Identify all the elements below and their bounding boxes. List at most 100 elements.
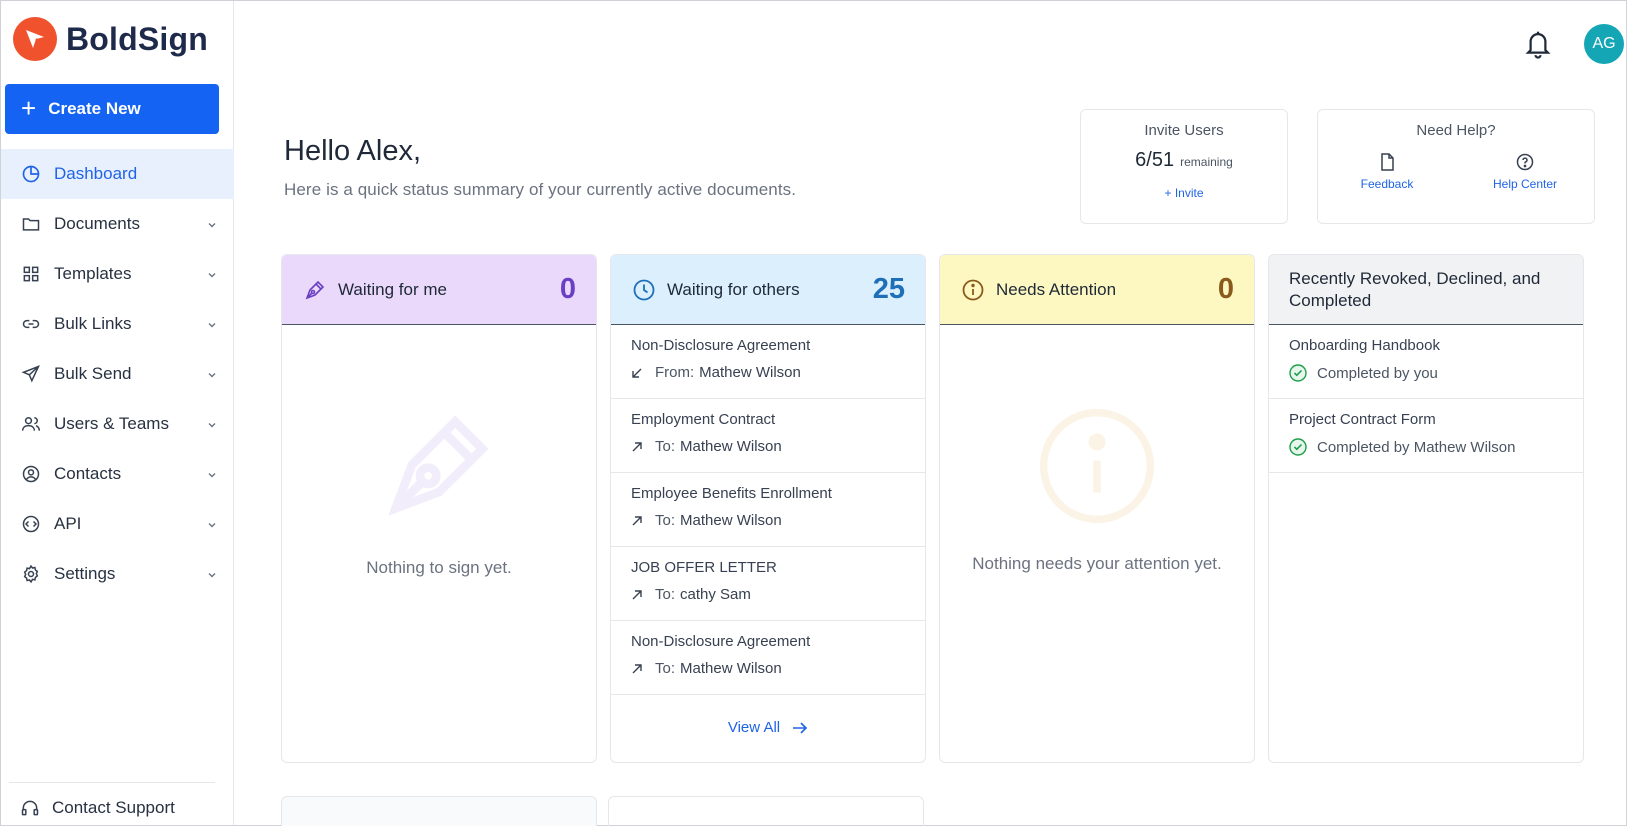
document-person: Mathew Wilson — [680, 438, 782, 455]
sidebar-item-bulk-send[interactable]: Bulk Send — [1, 349, 234, 399]
arrow-up-right-icon — [631, 441, 645, 453]
help-center-link[interactable]: Help Center — [1456, 153, 1594, 191]
view-all-link[interactable]: View All — [611, 719, 925, 736]
document-status: Completed by you — [1317, 364, 1438, 382]
card-title: Needs Attention — [996, 279, 1117, 299]
view-all-label: View All — [727, 719, 781, 736]
sidebar-nav: Dashboard Documents Templates Bulk Links — [1, 149, 234, 599]
question-circle-icon — [1456, 153, 1594, 171]
document-title: JOB OFFER LETTER — [631, 559, 777, 576]
clock-icon — [631, 277, 657, 303]
list-item[interactable]: Non-Disclosure Agreement From: Mathew Wi… — [611, 325, 925, 399]
gear-icon — [20, 563, 42, 585]
bottom-card — [608, 796, 924, 826]
sidebar-item-contacts[interactable]: Contacts — [1, 449, 234, 499]
info-circle-icon — [960, 277, 986, 303]
sidebar-item-label: Bulk Send — [54, 364, 132, 383]
sidebar-item-label: Bulk Links — [54, 314, 132, 333]
chevron-down-icon[interactable] — [206, 316, 218, 336]
document-title: Onboarding Handbook — [1289, 337, 1440, 354]
chevron-down-icon[interactable] — [206, 516, 218, 536]
headset-icon — [20, 798, 40, 818]
document-prefix: To: — [655, 438, 676, 455]
need-help-card: Need Help? Feedback Help Center — [1317, 109, 1595, 224]
chevron-down-icon[interactable] — [206, 566, 218, 586]
sidebar-item-label: Templates — [54, 264, 132, 283]
feedback-link[interactable]: Feedback — [1318, 153, 1456, 191]
sidebar-item-documents[interactable]: Documents — [1, 199, 234, 249]
waiting-for-me-card: Waiting for me 0 Nothing to sign yet. — [281, 254, 597, 763]
list-item[interactable]: JOB OFFER LETTER To: cathy Sam — [611, 547, 925, 621]
invite-link[interactable]: + Invite — [1081, 186, 1287, 200]
document-person: cathy Sam — [680, 586, 751, 603]
list-item[interactable]: Employment Contract To: Mathew Wilson — [611, 399, 925, 473]
arrow-down-left-icon — [631, 367, 645, 379]
arrow-right-icon — [792, 721, 808, 735]
document-title: Non-Disclosure Agreement — [631, 633, 811, 650]
card-count: 0 — [559, 273, 576, 305]
boldsign-logo-icon — [13, 17, 57, 61]
create-new-button[interactable]: + Create New — [5, 84, 219, 134]
notification-bell-icon[interactable] — [1523, 28, 1553, 65]
recent-activity-header[interactable]: Recently Revoked, Declined, and Complete… — [1269, 255, 1583, 325]
pie-chart-icon — [20, 163, 42, 185]
document-person: Mathew Wilson — [680, 660, 782, 677]
grid-icon — [20, 263, 42, 285]
document-title: Employment Contract — [631, 411, 776, 428]
brand-name: BoldSign — [66, 20, 209, 57]
contact-support-link[interactable]: Contact Support — [20, 798, 175, 818]
chevron-down-icon[interactable] — [206, 266, 218, 286]
invite-count: 6/51 remaining — [1081, 149, 1287, 172]
code-icon — [20, 513, 42, 535]
arrow-up-right-icon — [631, 663, 645, 675]
sidebar-item-templates[interactable]: Templates — [1, 249, 234, 299]
pen-nib-icon — [374, 400, 504, 535]
recent-activity-card: Recently Revoked, Declined, and Complete… — [1268, 254, 1584, 763]
sidebar-item-label: Documents — [54, 214, 140, 233]
pen-nib-icon — [302, 277, 328, 303]
link-icon — [20, 313, 42, 335]
chevron-down-icon[interactable] — [206, 416, 218, 436]
sidebar-item-settings[interactable]: Settings — [1, 549, 234, 599]
page-title: Hello Alex, — [284, 135, 422, 167]
users-icon — [20, 413, 42, 435]
sidebar-item-api[interactable]: API — [1, 499, 234, 549]
document-prefix: To: — [655, 586, 676, 603]
invite-remaining-label: remaining — [1180, 155, 1233, 169]
document-status: Completed by Mathew Wilson — [1317, 438, 1516, 456]
waiting-for-me-header[interactable]: Waiting for me 0 — [282, 255, 596, 325]
sidebar-item-users-teams[interactable]: Users & Teams — [1, 399, 234, 449]
feedback-label: Feedback — [1360, 177, 1414, 191]
sidebar-item-label: API — [54, 514, 82, 533]
list-item[interactable]: Employee Benefits Enrollment To: Mathew … — [611, 473, 925, 547]
sidebar: BoldSign + Create New Dashboard Document… — [1, 1, 234, 825]
needs-attention-card: Needs Attention 0 Nothing needs your att… — [939, 254, 1255, 763]
check-circle-icon — [1289, 438, 1307, 456]
list-item[interactable]: Project Contract Form Completed by Mathe… — [1269, 399, 1583, 473]
chevron-down-icon[interactable] — [206, 216, 218, 236]
sidebar-item-label: Dashboard — [54, 164, 138, 183]
empty-state-text: Nothing needs your attention yet. — [972, 554, 1222, 573]
sidebar-divider — [9, 782, 215, 783]
card-title: Waiting for others — [667, 279, 800, 299]
list-item[interactable]: Onboarding Handbook Completed by you — [1269, 325, 1583, 399]
invite-users-card: Invite Users 6/51 remaining + Invite — [1080, 109, 1288, 224]
brand-logo[interactable]: BoldSign — [13, 17, 208, 61]
document-person: Mathew Wilson — [699, 364, 801, 381]
need-help-title: Need Help? — [1416, 122, 1496, 139]
waiting-for-others-header[interactable]: Waiting for others 25 — [611, 255, 925, 325]
bottom-card — [281, 796, 597, 826]
needs-attention-header[interactable]: Needs Attention 0 — [940, 255, 1254, 325]
list-item[interactable]: Non-Disclosure Agreement To: Mathew Wils… — [611, 621, 925, 695]
document-person: Mathew Wilson — [680, 512, 782, 529]
avatar[interactable]: AG — [1584, 24, 1624, 64]
document-prefix: To: — [655, 512, 676, 529]
chevron-down-icon[interactable] — [206, 466, 218, 486]
chevron-down-icon[interactable] — [206, 366, 218, 386]
document-title: Non-Disclosure Agreement — [631, 337, 811, 354]
sidebar-item-dashboard[interactable]: Dashboard — [1, 149, 234, 199]
page-subtitle: Here is a quick status summary of your c… — [284, 180, 797, 199]
sidebar-item-bulk-links[interactable]: Bulk Links — [1, 299, 234, 349]
create-new-label: Create New — [48, 99, 141, 118]
arrow-up-right-icon — [631, 589, 645, 601]
